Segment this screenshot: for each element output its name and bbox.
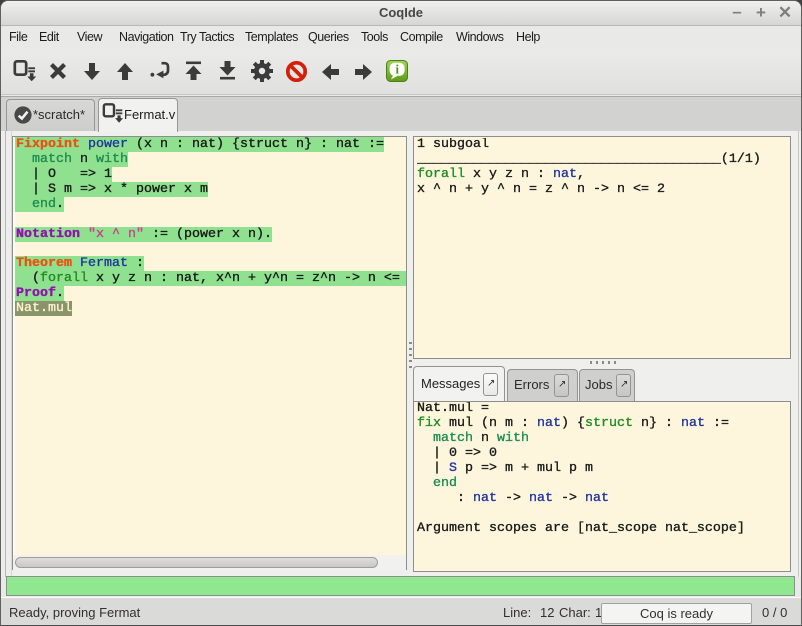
svg-text:i: i [395, 62, 399, 76]
